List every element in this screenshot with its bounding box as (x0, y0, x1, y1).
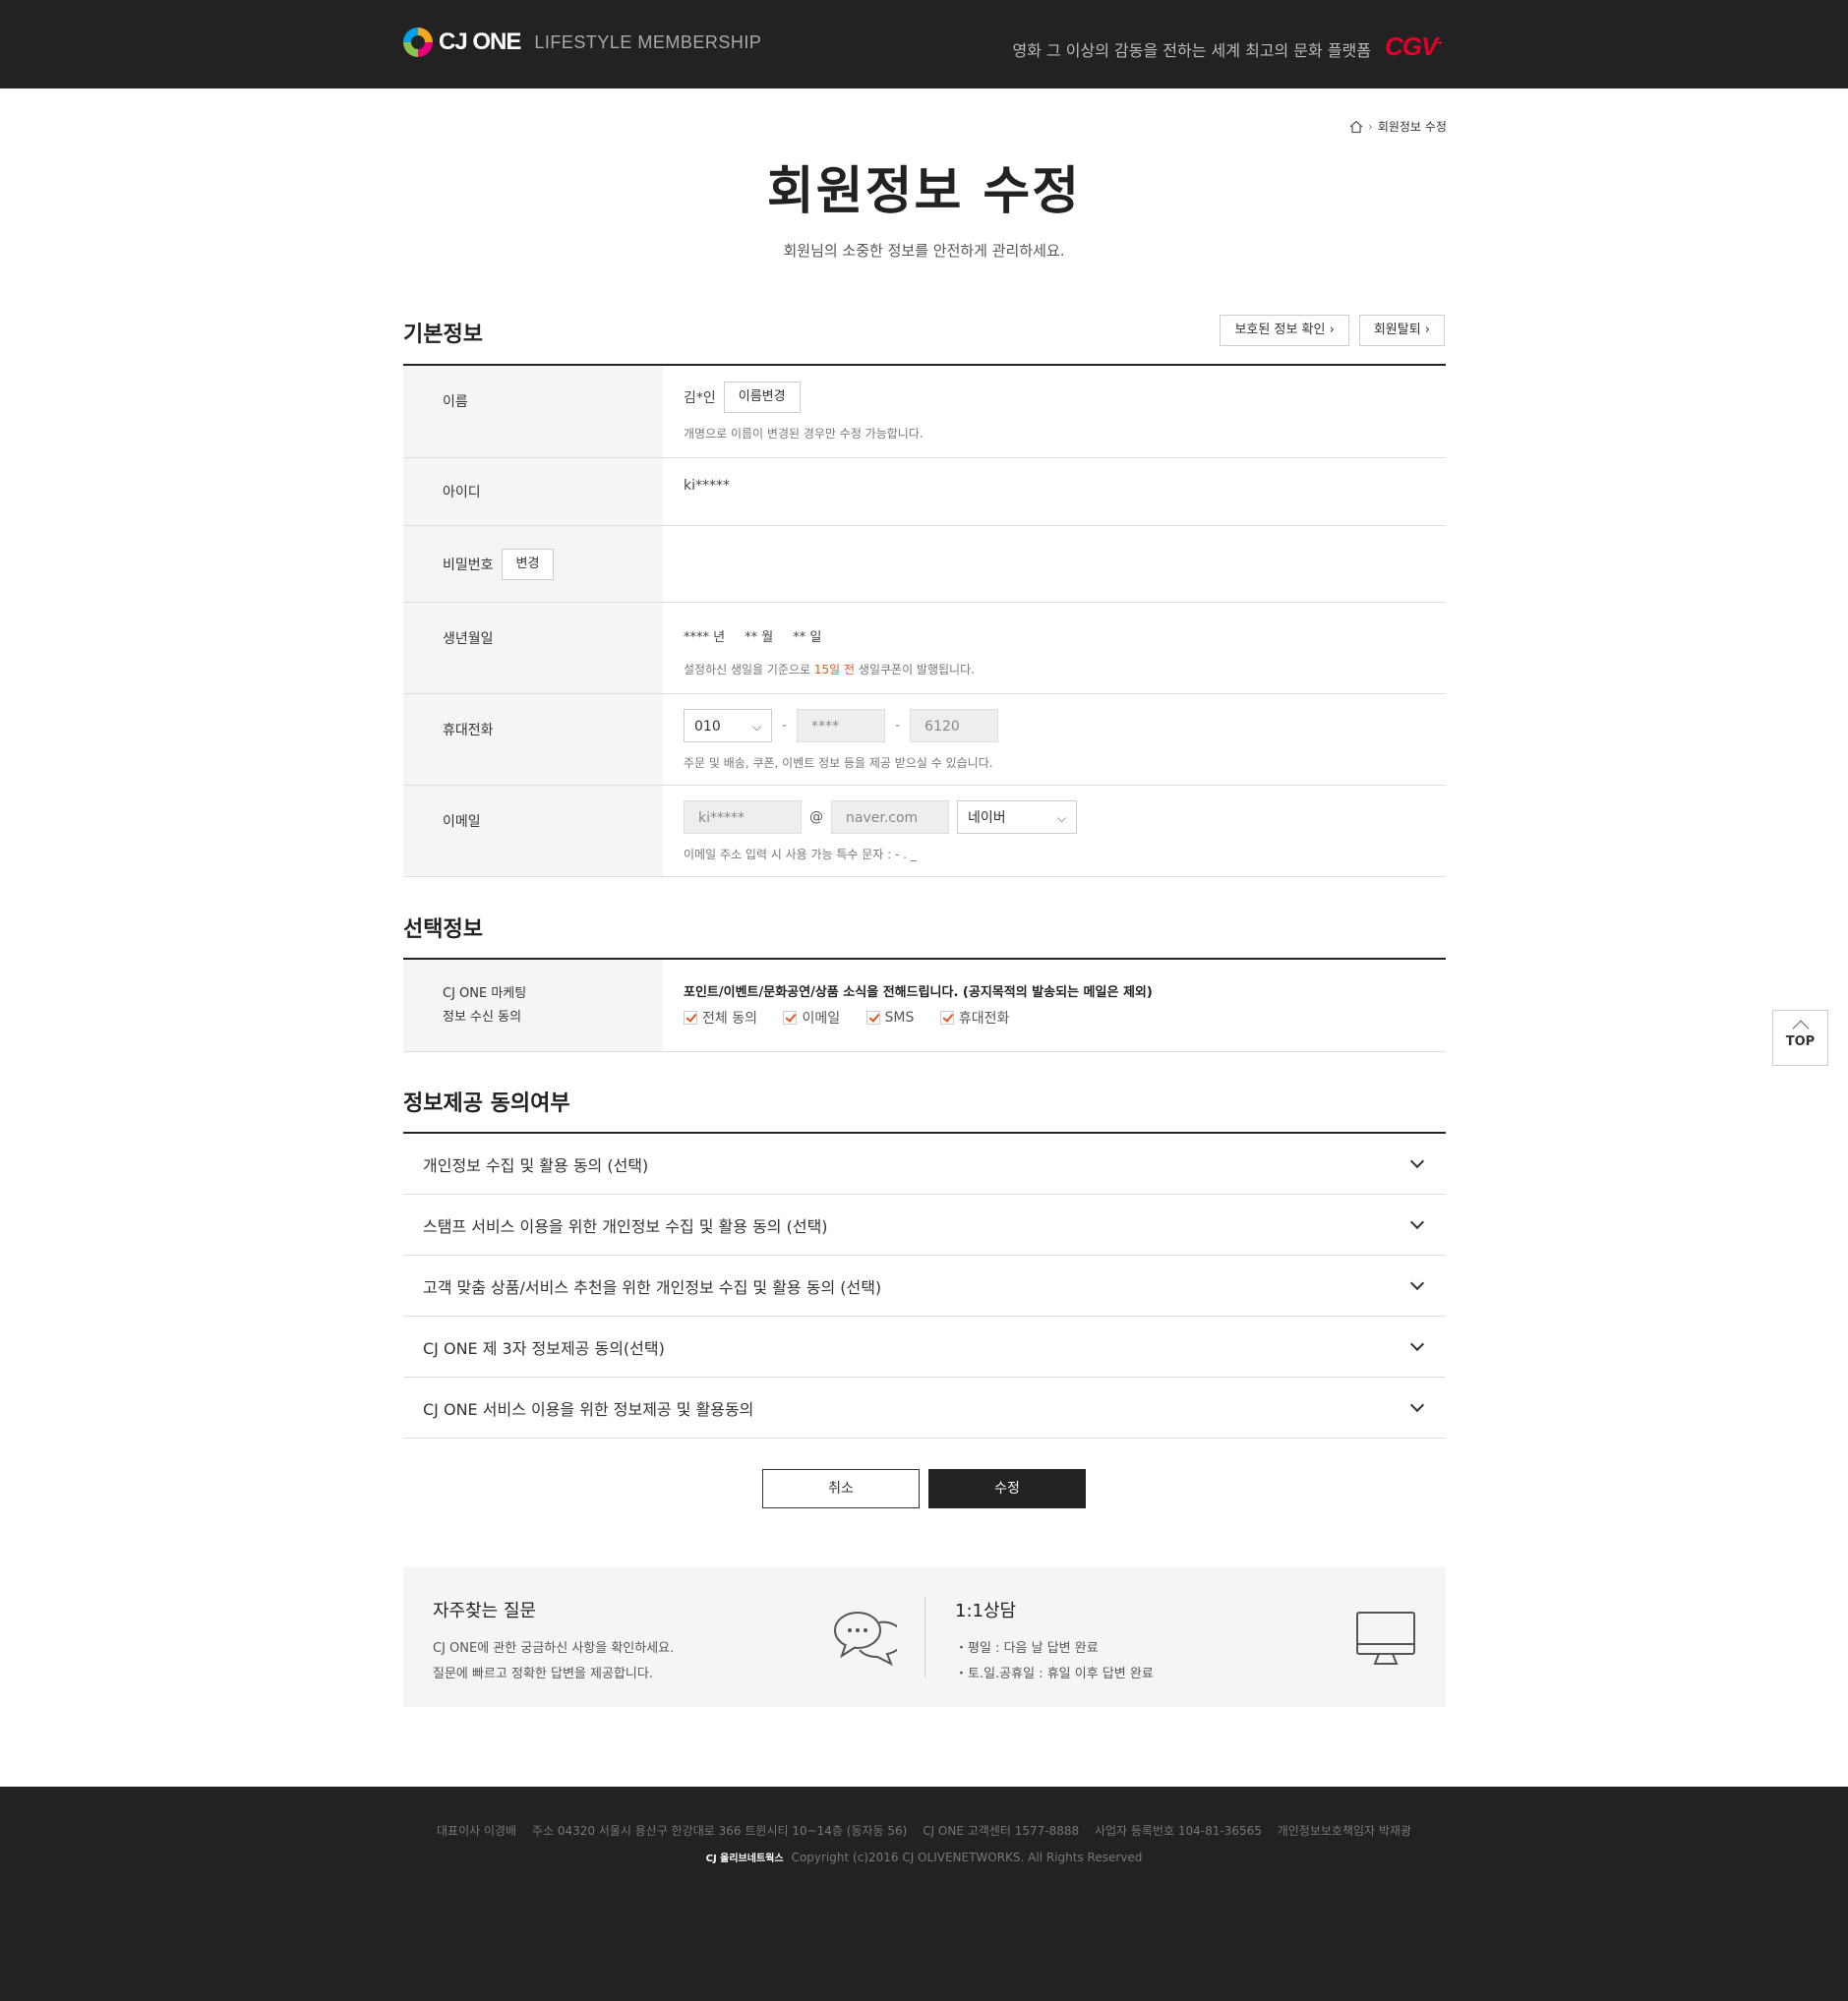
chat-bubbles-icon (834, 1612, 897, 1667)
help-divider (924, 1597, 925, 1677)
consent-item-recommend[interactable]: 고객 맞춤 상품/서비스 추천을 위한 개인정보 수집 및 활용 동의 (선택) (403, 1256, 1446, 1317)
basic-info-table: 이름 김*인 이름변경 개명으로 이름이 변경된 경우만 수정 가능합니다. 아… (403, 364, 1446, 877)
brand-subtitle: LIFESTYLE MEMBERSHIP (534, 31, 762, 52)
qna-title: 1:1상담 (955, 1601, 1017, 1621)
qna-line1: ・평일 : 다음 날 답변 완료 (955, 1641, 1099, 1656)
checkbox-all-agree[interactable]: 전체 동의 (684, 1008, 757, 1028)
site-header: CJ ONE LIFESTYLE MEMBERSHIP 영화 그 이상의 감동을… (0, 0, 1848, 88)
optional-info-title: 선택정보 (403, 917, 483, 942)
cj-olivenetworks-logo: CJ 올리브네트웍스 (705, 1854, 784, 1864)
basic-info-title: 기본정보 (403, 323, 483, 347)
marketing-headline: 포인트/이벤트/문화공연/상품 소식을 전해드립니다. (공지목적의 발송되는 … (684, 985, 1153, 1000)
phone-prefix-select[interactable]: 010 ⌵ (684, 709, 772, 742)
phone-label: 휴대전화 (403, 694, 663, 785)
cancel-button[interactable]: 취소 (762, 1469, 920, 1508)
name-row: 이름 김*인 이름변경 개명으로 이름이 변경된 경우만 수정 가능합니다. (403, 366, 1446, 458)
optional-info-table: CJ ONE 마케팅 정보 수신 동의 포인트/이벤트/문화공연/상품 소식을 … (403, 958, 1446, 1052)
consent-item-stamp[interactable]: 스탬프 서비스 이용을 위한 개인정보 수집 및 활용 동의 (선택) (403, 1195, 1446, 1256)
email-at-sign: @ (809, 809, 823, 825)
email-domain-select[interactable]: 네이버 ⌵ (957, 800, 1077, 834)
help-box: 자주찾는 질문 CJ ONE에 관한 궁금하신 사항을 확인하세요. 질문에 빠… (403, 1567, 1446, 1707)
breadcrumb-current: 회원정보 수정 (1377, 120, 1447, 134)
protected-info-button[interactable]: 보호된 정보 확인 › (1220, 315, 1349, 346)
chevron-down-icon (1409, 1397, 1425, 1412)
breadcrumb: › 회원정보 수정 (1349, 118, 1447, 135)
chevron-down-icon (1409, 1275, 1425, 1290)
submit-button[interactable]: 수정 (928, 1469, 1086, 1508)
birth-day: ** 일 (793, 630, 822, 645)
marketing-label-line1: CJ ONE 마케팅 (443, 985, 527, 1001)
footer-company-info: 대표이사 이경배 주소 04320 서울시 용산구 한강대로 366 트윈시티 … (436, 1824, 1411, 1838)
id-row: 아이디 ki***** (403, 458, 1446, 526)
chevron-down-icon (1409, 1336, 1425, 1351)
phone-help: 주문 및 배송, 쿠폰, 이벤트 정보 등을 제공 받으실 수 있습니다. (684, 756, 993, 770)
basic-info-actions: 보호된 정보 확인 › 회원탈퇴 › (1220, 315, 1445, 346)
birth-year: **** 년 (684, 630, 726, 645)
checkbox-phone[interactable]: 휴대전화 (939, 1008, 1009, 1028)
faq-title: 자주찾는 질문 (433, 1601, 537, 1621)
name-change-button[interactable]: 이름변경 (723, 382, 801, 413)
chevron-down-icon: ⌵ (1056, 811, 1066, 825)
check-icon (783, 1011, 798, 1025)
email-row: 이메일 ki***** @ naver.com 네이버 ⌵ 이메일 주소 입력 시… (403, 786, 1446, 877)
email-help: 이메일 주소 입력 시 사용 가능 특수 문자 : - . _ (684, 848, 917, 861)
withdraw-button[interactable]: 회원탈퇴 › (1358, 315, 1445, 346)
faq-line1: CJ ONE에 관한 궁금하신 사항을 확인하세요. (433, 1641, 675, 1656)
qna-section[interactable]: 1:1상담 ・평일 : 다음 날 답변 완료 ・토.일.공휴일 : 휴일 이후 … (955, 1597, 1154, 1687)
marketing-checkbox-group: 전체 동의 이메일 SMS 휴대전화 (684, 1008, 1446, 1029)
check-icon (865, 1011, 880, 1025)
page-title: 회원정보 수정 (766, 162, 1082, 221)
consent-accordion: 개인정보 수집 및 활용 동의 (선택) 스탬프 서비스 이용을 위한 개인정보… (403, 1132, 1446, 1439)
password-label: 비밀번호 (443, 557, 494, 573)
chevron-down-icon: ⌵ (751, 720, 761, 734)
copyright-text: Copyright (c)2016 CJ OLIVENETWORKS. All … (791, 1850, 1143, 1864)
header-tagline: 영화 그 이상의 감동을 전하는 세계 최고의 문화 플랫폼 (1012, 41, 1371, 60)
id-label: 아이디 (403, 458, 663, 525)
marketing-row: CJ ONE 마케팅 정보 수신 동의 포인트/이벤트/문화공연/상품 소식을 … (403, 960, 1446, 1052)
phone-last-input[interactable]: 6120 (910, 709, 999, 742)
breadcrumb-separator-icon: › (1368, 119, 1373, 134)
marketing-label-line2: 정보 수신 동의 (443, 1009, 522, 1025)
cj-one-logo[interactable]: CJ ONE LIFESTYLE MEMBERSHIP (403, 28, 761, 57)
site-footer: 대표이사 이경배 주소 04320 서울시 용산구 한강대로 366 트윈시티 … (0, 1787, 1848, 2001)
check-icon (939, 1011, 954, 1025)
name-value: 김*인 (684, 390, 716, 406)
birth-row: 생년월일 **** 년 ** 월 ** 일 설정하신 생일을 기준으로 15일 … (403, 603, 1446, 694)
birth-label: 생년월일 (403, 603, 663, 693)
email-id-input[interactable]: ki***** (684, 800, 802, 834)
phone-middle-input[interactable]: **** (797, 709, 886, 742)
consent-item-third-party[interactable]: CJ ONE 제 3자 정보제공 동의(선택) (403, 1317, 1446, 1378)
cgv-logo[interactable]: CGV+ (1385, 31, 1443, 62)
name-help: 개명으로 이름이 변경된 경우만 수정 가능합니다. (684, 427, 924, 441)
checkbox-email[interactable]: 이메일 (783, 1008, 840, 1028)
check-icon (684, 1011, 697, 1025)
email-label: 이메일 (403, 786, 663, 876)
password-row: 비밀번호 변경 (403, 526, 1446, 603)
faq-line2: 질문에 빠르고 정확한 답변을 제공합니다. (433, 1667, 653, 1681)
brand-name: CJ ONE (439, 29, 521, 55)
home-icon[interactable] (1349, 120, 1363, 134)
consent-item-service[interactable]: CJ ONE 서비스 이용을 위한 정보제공 및 활용동의 (403, 1378, 1446, 1439)
page-description: 회원님의 소중한 정보를 안전하게 관리하세요. (783, 242, 1065, 260)
monitor-icon (1356, 1612, 1415, 1665)
faq-section[interactable]: 자주찾는 질문 CJ ONE에 관한 궁금하신 사항을 확인하세요. 질문에 빠… (433, 1597, 674, 1687)
scroll-top-button[interactable]: TOP (1772, 1010, 1828, 1066)
consent-item-personal-info[interactable]: 개인정보 수집 및 활용 동의 (선택) (403, 1134, 1446, 1195)
chevron-down-icon (1409, 1153, 1425, 1168)
consent-title: 정보제공 동의여부 (403, 1091, 570, 1116)
cj-ring-icon (403, 28, 433, 57)
checkbox-sms[interactable]: SMS (865, 1010, 914, 1026)
chevron-down-icon (1409, 1214, 1425, 1229)
email-domain-input[interactable]: naver.com (831, 800, 949, 834)
phone-row: 휴대전화 010 ⌵ - **** - 6120 주문 및 배송, 쿠폰, 이벤트… (403, 694, 1446, 786)
name-label: 이름 (403, 366, 663, 457)
footer-copyright-row: CJ 올리브네트웍스 Copyright (c)2016 CJ OLIVENET… (0, 1850, 1848, 1865)
qna-line2: ・토.일.공휴일 : 휴일 이후 답변 완료 (955, 1667, 1154, 1681)
password-change-button[interactable]: 변경 (501, 548, 555, 580)
id-value: ki***** (684, 478, 730, 494)
birth-help: 설정하신 생일을 기준으로 15일 전 생일쿠폰이 발행됩니다. (684, 663, 975, 677)
birth-month: ** 월 (745, 630, 774, 645)
